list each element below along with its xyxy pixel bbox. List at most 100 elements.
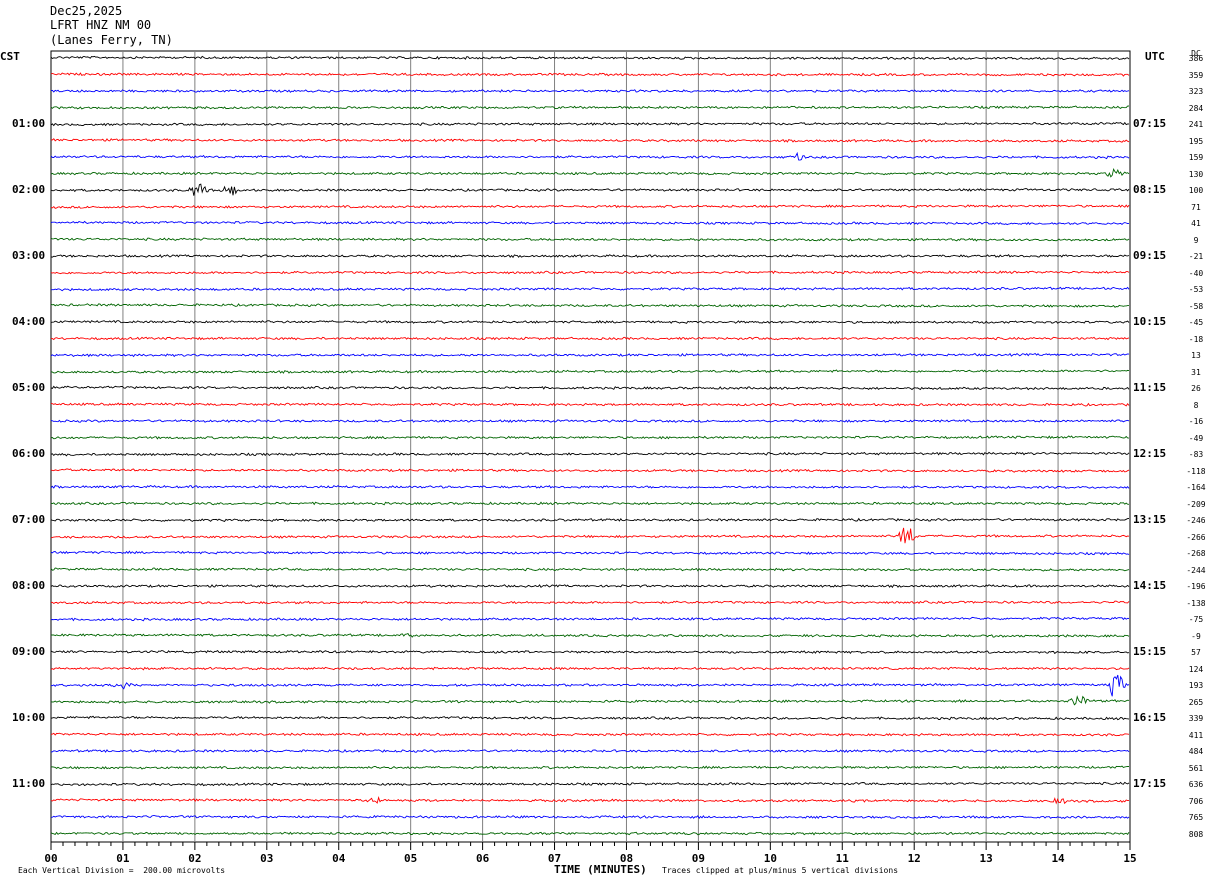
seismic-trace	[50, 220, 1130, 226]
dc-offset-label: -164	[1186, 483, 1206, 492]
dc-offset-label: 71	[1191, 202, 1201, 212]
seismic-trace	[50, 385, 1130, 391]
seismogram-plot	[50, 50, 1131, 850]
dc-offset-label: 8	[1193, 400, 1199, 410]
dc-offset-label: -118	[1186, 466, 1206, 476]
seismic-trace	[50, 55, 1130, 61]
right-hour-label: 08:15	[1133, 183, 1167, 196]
dc-offset-label: -196	[1186, 582, 1206, 591]
seismic-trace	[50, 451, 1130, 457]
dc-offset-label: 284	[1188, 103, 1204, 113]
dc-offset-label: 765	[1188, 813, 1204, 822]
x-tick-label: 06	[475, 852, 490, 865]
left-hour-label: 01:00	[12, 117, 46, 130]
seismic-trace	[50, 151, 1130, 161]
seismic-trace	[50, 484, 1130, 489]
x-tick-label: 04	[332, 852, 346, 865]
left-hour-label: 07:00	[12, 513, 46, 526]
seismic-trace	[50, 781, 1130, 787]
dc-offset-label: -45	[1188, 318, 1204, 327]
dc-offset-label: 13	[1191, 351, 1201, 360]
left-hour-label: 08:00	[12, 579, 46, 592]
seismic-trace	[50, 167, 1130, 178]
dc-offset-label: 411	[1188, 730, 1204, 740]
x-tick-label: 12	[907, 852, 921, 865]
dc-offset-label: -244	[1186, 565, 1206, 575]
vertical-division-note: Each Vertical Division = 200.00 microvol…	[18, 866, 226, 875]
seismic-trace	[50, 695, 1130, 706]
seismic-trace	[50, 419, 1130, 423]
dc-offset-label: 26	[1191, 384, 1201, 393]
seismic-trace	[50, 270, 1130, 275]
clip-note: Traces clipped at plus/minus 5 vertical …	[662, 866, 899, 875]
dc-offset-label: -246	[1186, 516, 1206, 525]
seismic-trace	[50, 402, 1130, 407]
dc-offset-label: -75	[1188, 615, 1204, 624]
dc-offset-label: 636	[1188, 780, 1204, 789]
seismic-trace	[50, 517, 1130, 522]
dc-offset-label: -209	[1186, 499, 1206, 509]
left-hour-label: 11:00	[12, 777, 46, 790]
right-hour-label: 14:15	[1133, 579, 1167, 592]
dc-offset-label: 100	[1188, 186, 1204, 195]
seismic-trace	[50, 336, 1130, 341]
seismic-trace	[50, 732, 1130, 737]
seismic-trace	[50, 796, 1130, 805]
x-tick-label: 05	[404, 852, 418, 865]
right-hour-label: 07:15	[1133, 117, 1167, 130]
dc-offset-label: 57	[1191, 648, 1201, 657]
seismic-trace	[50, 183, 1130, 196]
x-tick-label: 09	[691, 852, 706, 865]
x-tick-label: 00	[44, 852, 58, 865]
right-hour-label: 15:15	[1133, 645, 1167, 658]
seismic-trace	[50, 105, 1130, 110]
seismic-trace	[50, 527, 1130, 544]
x-tick-label: 14	[1051, 852, 1065, 865]
dc-offset-label: -138	[1186, 598, 1206, 608]
seismic-trace	[50, 138, 1130, 143]
dc-offset-label: 323	[1188, 87, 1204, 96]
seismic-trace	[50, 666, 1130, 671]
dc-offset-label: 339	[1188, 714, 1204, 723]
dc-offset-label: -9	[1191, 631, 1201, 641]
seismic-trace	[50, 616, 1130, 622]
right-hour-label: 17:15	[1133, 777, 1167, 790]
seismic-trace	[50, 633, 1130, 638]
dc-offset-label: 31	[1191, 367, 1201, 377]
seismic-trace	[50, 320, 1130, 325]
seismic-trace	[50, 550, 1130, 556]
dc-offset-label: 195	[1188, 136, 1204, 146]
seismic-trace	[50, 715, 1130, 721]
left-hour-label: 02:00	[12, 183, 46, 196]
dc-offset-label: -18	[1188, 334, 1204, 344]
dc-offset-label: -49	[1188, 433, 1204, 443]
x-tick-label: 10	[763, 852, 777, 865]
plot-frame	[50, 50, 1131, 843]
right-hour-label: 16:15	[1133, 711, 1167, 724]
x-axis-title: TIME (MINUTES)	[554, 863, 647, 876]
seismic-trace	[50, 749, 1130, 753]
dc-offset-label: -21	[1188, 252, 1204, 261]
dc-offset-label: 124	[1188, 664, 1204, 674]
dc-offset-label: 561	[1188, 763, 1204, 773]
dc-offset-label: 265	[1188, 697, 1204, 707]
seismic-trace	[50, 237, 1130, 242]
dc-offset-label: -40	[1188, 268, 1204, 278]
seismic-trace	[50, 303, 1129, 308]
seismic-trace	[50, 89, 1130, 93]
left-hour-label: 06:00	[12, 447, 46, 460]
x-tick-label: 11	[835, 852, 849, 865]
left-hour-label: 10:00	[12, 711, 46, 724]
seismic-trace	[50, 501, 1130, 506]
left-hour-label: 05:00	[12, 381, 46, 394]
x-tick-label: 13	[979, 852, 993, 865]
seismic-trace	[50, 468, 1130, 473]
seismic-trace	[50, 649, 1130, 655]
dc-offset-label: 386	[1188, 54, 1204, 63]
seismic-trace	[50, 814, 1130, 820]
seismic-trace	[50, 765, 1130, 770]
dc-offset-label: 808	[1188, 829, 1204, 839]
dc-offset-label: 359	[1188, 70, 1204, 80]
dc-offset-label: 9	[1193, 235, 1199, 245]
dc-offset-label: 159	[1188, 153, 1204, 162]
